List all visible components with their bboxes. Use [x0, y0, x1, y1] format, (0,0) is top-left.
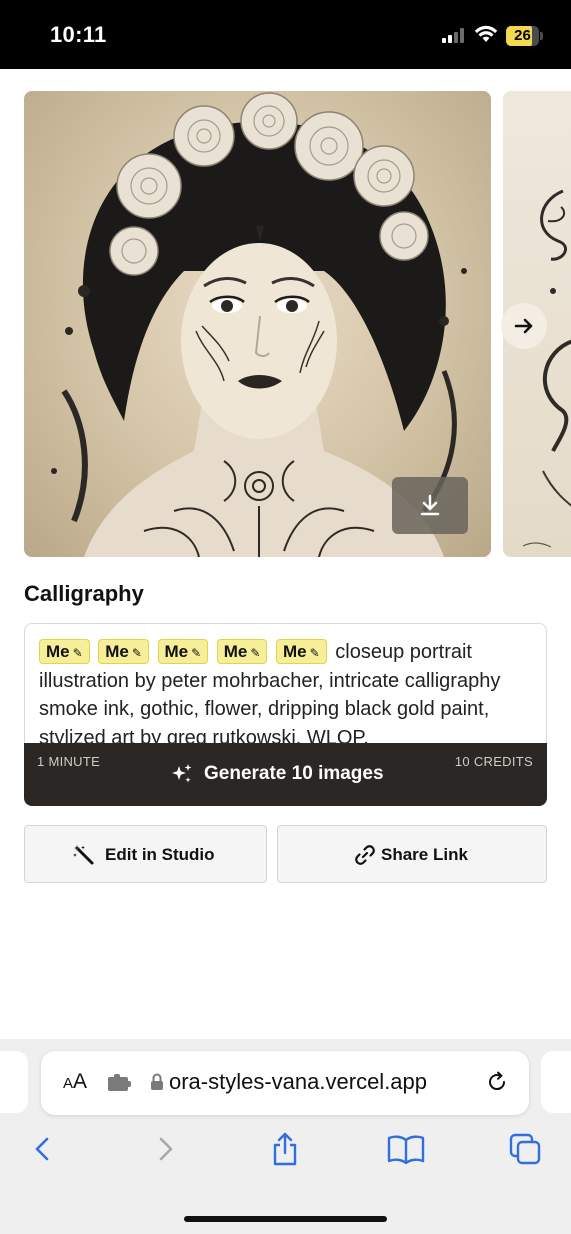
generate-label: Generate 10 images [204, 763, 384, 784]
subject-chip[interactable]: Me ✎ [216, 639, 268, 664]
prompt-text[interactable]: Me ✎ Me ✎ Me ✎ Me ✎ Me ✎ closeup portrait ill… [39, 638, 535, 752]
style-title: Calligraphy [24, 581, 144, 606]
url-text[interactable]: ora-styles-vana.vercel.app [169, 1069, 427, 1095]
browser-toolbar [0, 1131, 571, 1181]
subject-chip[interactable]: Me ✎ [39, 639, 90, 664]
browser-bottom-bar: AA ora-styles-vana.vercel.app [0, 1039, 571, 1234]
credits-cost: 10 CREDITS [454, 754, 533, 769]
battery-level: 26 [514, 27, 531, 44]
generated-image[interactable] [24, 91, 491, 557]
extension-icon[interactable] [107, 1072, 133, 1094]
pencil-icon: ✎ [131, 646, 142, 660]
home-indicator [184, 1216, 387, 1222]
bookmarks-icon[interactable] [386, 1131, 426, 1167]
link-icon [355, 845, 375, 865]
pencil-icon: ✎ [72, 646, 83, 660]
lock-icon [151, 1073, 163, 1090]
status-bar: 10:11 26 [0, 0, 571, 69]
share-link-label: Share Link [381, 845, 468, 864]
back-icon[interactable] [32, 1131, 52, 1167]
subject-chip[interactable]: Me ✎ [98, 639, 149, 664]
page-settings-button[interactable]: AA [63, 1070, 87, 1094]
subject-chip[interactable]: Me ✎ [276, 639, 327, 664]
next-tab-peek[interactable] [541, 1051, 571, 1113]
subject-chip[interactable]: Me ✎ [157, 639, 209, 664]
generate-button[interactable]: 1 MINUTE Generate 10 images 10 CREDITS [24, 743, 547, 806]
previous-tab-peek[interactable] [0, 1051, 28, 1113]
arrow-right-icon [514, 318, 533, 334]
share-link-button[interactable]: Share Link [277, 825, 547, 883]
pencil-icon: ✎ [250, 646, 261, 660]
pencil-icon: ✎ [309, 646, 320, 660]
tabs-icon[interactable] [508, 1131, 544, 1167]
wifi-icon [474, 25, 498, 42]
edit-in-studio-button[interactable]: Edit in Studio [24, 825, 267, 883]
download-button[interactable] [392, 477, 468, 534]
pencil-icon: ✎ [191, 646, 202, 660]
main-content: Calligraphy Me ✎ Me ✎ Me ✎ Me ✎ Me ✎ closeup … [0, 69, 571, 1039]
generation-time: 1 MINUTE [37, 754, 101, 769]
address-bar[interactable]: AA ora-styles-vana.vercel.app [41, 1051, 529, 1115]
reload-icon[interactable] [485, 1070, 509, 1094]
next-image-button[interactable] [501, 303, 547, 349]
edit-in-studio-label: Edit in Studio [105, 845, 215, 864]
forward-icon[interactable] [156, 1131, 176, 1167]
cellular-signal-icon [442, 27, 466, 43]
status-time: 10:11 [50, 22, 107, 47]
battery-icon: 26 [506, 26, 543, 46]
share-icon[interactable] [270, 1131, 300, 1167]
magic-wand-icon [73, 845, 94, 865]
sparkles-icon [172, 764, 192, 783]
download-icon [420, 494, 440, 516]
